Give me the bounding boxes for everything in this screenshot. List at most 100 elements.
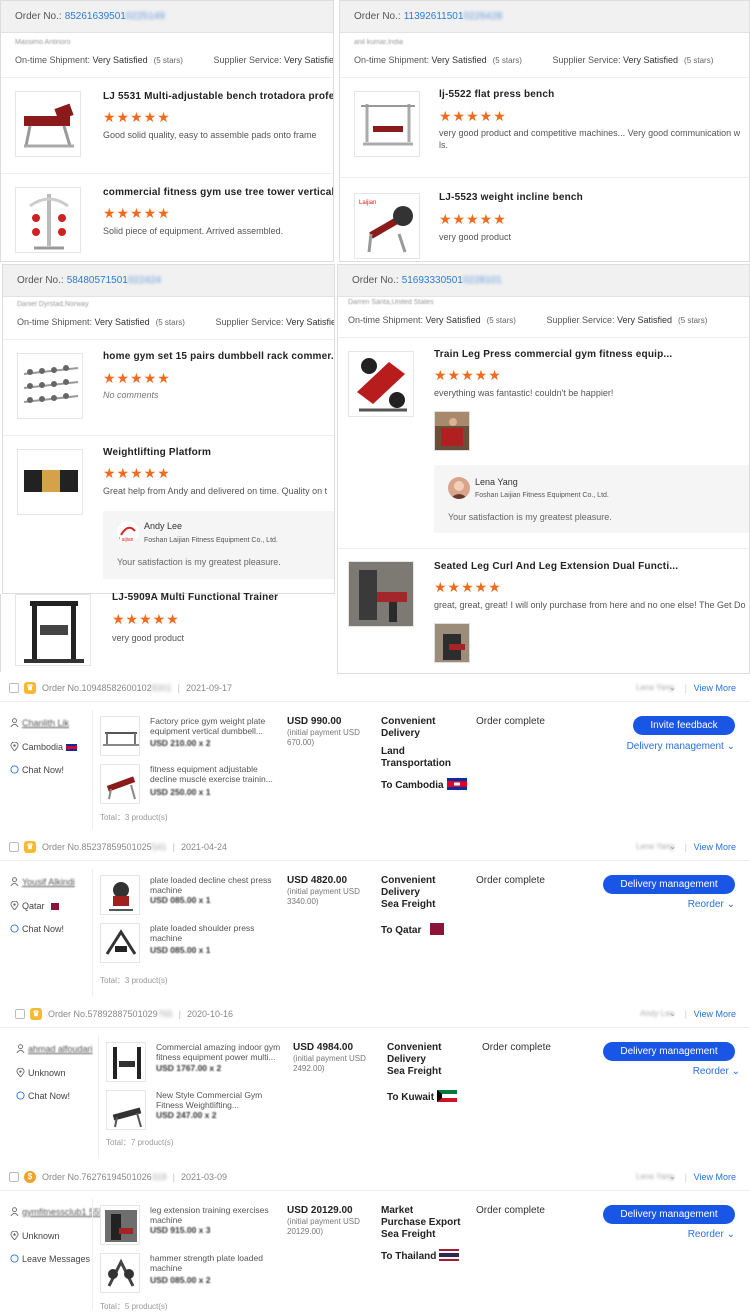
staff-name[interactable]: Lena Yang: [636, 683, 674, 692]
product-image[interactable]: [348, 561, 414, 627]
product-image[interactable]: [100, 923, 140, 963]
product-title[interactable]: Seated Leg Curl And Leg Extension Dual F…: [434, 561, 678, 572]
supplier-reply: Laijian Andy Lee Foshan Laijian Fitness …: [103, 511, 334, 579]
product-image[interactable]: [17, 353, 83, 419]
product-title[interactable]: LJ-5909A Multi Functional Trainer: [112, 592, 278, 603]
order-number[interactable]: 516933305010228101: [402, 275, 502, 286]
invite-feedback-button[interactable]: Invite feedback: [633, 716, 735, 735]
product-name[interactable]: leg extension training exercises machine: [150, 1205, 278, 1225]
product-name[interactable]: plate loaded shoulder press machine: [150, 923, 278, 943]
initial-payment: (initial payment USD 2492.00): [293, 1054, 366, 1073]
chat-now-button[interactable]: Chat Now!: [10, 924, 64, 934]
delivery-type: Convenient Delivery: [381, 716, 436, 739]
product-name[interactable]: Factory price gym weight plate equipment…: [150, 716, 278, 736]
product-image[interactable]: [100, 1253, 140, 1293]
product-title[interactable]: Train Leg Press commercial gym fitness e…: [434, 349, 672, 360]
product-title[interactable]: LJ 5531 Multi-adjustable bench trotadora…: [103, 91, 333, 102]
chevron-down-icon[interactable]: ⌄: [669, 1172, 676, 1181]
product-title[interactable]: lj-5522 flat press bench: [439, 89, 554, 100]
chevron-down-icon: ⌄: [726, 899, 735, 910]
order-number[interactable]: Order No.76276194501026318: [42, 1172, 167, 1182]
product-image[interactable]: [100, 716, 140, 756]
order-checkbox[interactable]: [15, 1008, 25, 1019]
delivery-management-button[interactable]: Delivery management: [603, 1042, 735, 1061]
product-title[interactable]: home gym set 15 pairs dumbbell rack comm…: [103, 351, 334, 362]
order-header: ♛ Order No.85237859501025541 | 2021-04-2…: [0, 833, 750, 861]
buyer-username[interactable]: gymfitnessclub1 555: [10, 1207, 104, 1217]
total-products: Total：7 product(s): [106, 1138, 174, 1147]
delivery-management-link[interactable]: Delivery management ⌄: [627, 741, 735, 752]
rating-row: On-time Shipment: Very Satisfied (5 stars…: [354, 55, 714, 65]
order-checkbox[interactable]: [9, 682, 19, 693]
delivery-management-button[interactable]: Delivery management: [603, 1205, 735, 1224]
product-image[interactable]: [100, 875, 140, 915]
user-icon: [10, 718, 19, 727]
chat-now-button[interactable]: Chat Now!: [10, 765, 64, 775]
product-price: USD 1767.00 x 2: [156, 1063, 222, 1073]
order-number[interactable]: Order No.85237859501025541: [42, 842, 167, 852]
chat-now-button[interactable]: Leave Messages: [10, 1254, 90, 1264]
buyer-username[interactable]: Yousif Alkindi: [10, 877, 75, 887]
product-image[interactable]: [106, 1042, 146, 1082]
product-name[interactable]: New Style Commercial Gym Fitness Weightl…: [156, 1090, 284, 1110]
buyer-username[interactable]: Chanlith Lik: [10, 718, 69, 728]
reorder-link[interactable]: Reorder ⌄: [693, 1066, 740, 1077]
buyer-name: Daniel Dyrstad,Norway: [17, 301, 89, 308]
view-more-link[interactable]: View More: [694, 1172, 736, 1182]
order-checkbox[interactable]: [9, 841, 19, 852]
reorder-link[interactable]: Reorder ⌄: [688, 899, 735, 910]
buyer-username[interactable]: ahmad alfoudari: [16, 1044, 93, 1054]
product-title[interactable]: LJ-5523 weight incline bench: [439, 192, 583, 203]
review-photo[interactable]: [434, 623, 470, 663]
product-image[interactable]: [354, 91, 420, 157]
review-comment: very good product: [439, 232, 512, 242]
product-image[interactable]: [100, 1205, 140, 1245]
reorder-link[interactable]: Reorder ⌄: [688, 1229, 735, 1240]
chat-icon: [10, 924, 19, 933]
staff-name[interactable]: Lena Yang: [636, 1172, 674, 1181]
staff-name[interactable]: Lena Yang: [636, 842, 674, 851]
initial-payment: (initial payment USD 670.00): [287, 728, 360, 747]
gold-coin-icon: $: [24, 1170, 36, 1183]
product-price: USD 085.00 x 2: [150, 1275, 211, 1285]
product-image[interactable]: [15, 594, 91, 666]
product-image[interactable]: [100, 764, 140, 804]
delivery-management-button[interactable]: Delivery management: [603, 875, 735, 894]
view-more-link[interactable]: View More: [694, 683, 736, 693]
initial-payment: (initial payment USD 3340.00): [287, 887, 360, 906]
rating-row: On-time Shipment: Very Satisfied (5 stars…: [15, 55, 334, 65]
view-more-link[interactable]: View More: [694, 842, 736, 852]
reply-name: Andy Lee: [144, 521, 183, 531]
review-product-extra: LJ-5909A Multi Functional Trainer ★★★★★ …: [0, 592, 337, 672]
order-number[interactable]: 113926115010226428: [404, 11, 503, 22]
chevron-down-icon[interactable]: ⌄: [669, 1009, 676, 1018]
product-image[interactable]: [348, 351, 414, 417]
destination: To Thailand: [381, 1249, 491, 1263]
product-image[interactable]: Laijian: [354, 193, 420, 259]
product-image[interactable]: [15, 187, 81, 253]
order-label: Order No.:: [17, 275, 64, 286]
chevron-down-icon[interactable]: ⌄: [669, 842, 676, 851]
product-title[interactable]: Weightlifting Platform: [103, 447, 211, 458]
product-image[interactable]: [106, 1090, 146, 1130]
product-name[interactable]: hammer strength plate loaded machine: [150, 1253, 278, 1273]
order-checkbox[interactable]: [9, 1171, 19, 1182]
svg-text:Laijian: Laijian: [359, 200, 376, 206]
review-comment: Good solid quality, easy to assemble pad…: [103, 130, 317, 140]
product-name[interactable]: Commercial amazing indoor gym fitness eq…: [156, 1042, 284, 1062]
review-photo[interactable]: [434, 411, 470, 451]
chevron-down-icon[interactable]: ⌄: [669, 683, 676, 692]
product-name[interactable]: plate loaded decline chest press machine: [150, 875, 278, 895]
star-rating: ★★★★★: [439, 211, 507, 227]
product-name[interactable]: fitness equipment adjustable decline mus…: [150, 764, 278, 784]
product-image[interactable]: [17, 449, 83, 515]
product-title[interactable]: commercial fitness gym use tree tower ve…: [103, 187, 333, 198]
order-number[interactable]: 58480571501022424: [67, 275, 162, 286]
order-number[interactable]: Order No.57892887501029765: [48, 1009, 173, 1019]
order-number[interactable]: 852616395010225149: [65, 11, 165, 22]
order-block: $ Order No.76276194501026318 | 2021-03-0…: [0, 1163, 750, 1314]
order-number[interactable]: Order No.109485826001028301: [42, 683, 172, 693]
product-image[interactable]: [15, 91, 81, 157]
chat-now-button[interactable]: Chat Now!: [16, 1091, 70, 1101]
view-more-link[interactable]: View More: [694, 1009, 736, 1019]
